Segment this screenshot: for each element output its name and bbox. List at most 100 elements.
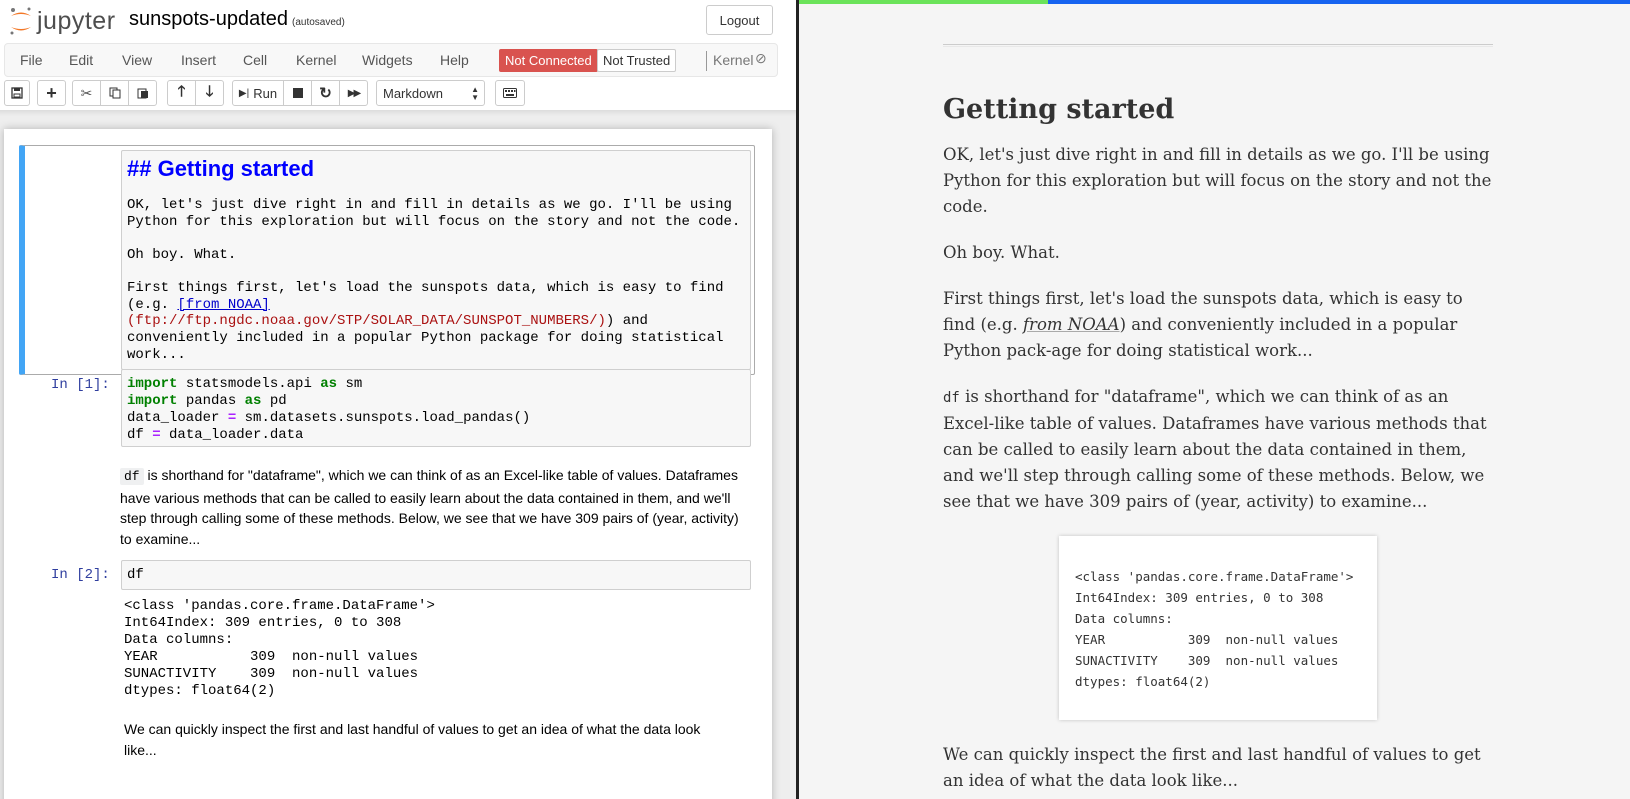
markdown-line: Oh boy. What. [127,247,237,263]
code-line: import statsmodels.api as sm [127,376,745,393]
code-cell-editor[interactable]: import statsmodels.api as sm import pand… [121,369,751,447]
insert-cell-button[interactable]: + [37,80,66,106]
code-text: pd [261,393,287,409]
keyword: import [127,393,178,409]
code-text: data_loader.data [160,427,304,443]
notebook-title-text[interactable]: sunspots-updated [129,8,288,30]
menu-edit[interactable]: Edit [69,52,93,68]
output-line: <class 'pandas.core.frame.DataFrame'> [124,598,435,614]
preview-output-line: Int64Index: 309 entries, 0 to 308 [1075,590,1324,605]
cell-type-select[interactable]: Markdown ▲ ▼ [376,80,485,106]
output-line: SUNACTIVITY 309 non-null values [124,666,419,682]
rendered-markdown-cell[interactable]: df is shorthand for "dataframe", which w… [120,465,745,549]
preview-output-line: SUNACTIVITY 309 non-null values [1075,653,1339,668]
markdown-line: (e.g. [from NOAA] [127,297,270,314]
code-line: import pandas as pd [127,393,745,410]
markdown-link-text: [from NOAA] [177,297,270,313]
run-button[interactable]: ▶| Run [232,80,284,106]
app-window: jupyter sunspots-updated (autosaved) Logo… [0,0,1630,799]
copy-button[interactable] [100,80,129,106]
menu-file[interactable]: File [20,52,43,68]
input-prompt: In [1]: [51,377,110,393]
markdown-paragraph: We can quickly inspect the first and las… [124,721,701,758]
code-text: statsmodels.api [177,376,321,392]
output-line: Int64Index: 309 entries, 0 to 308 [124,615,402,631]
menu-kernel[interactable]: Kernel [296,52,336,68]
menu-view[interactable]: View [122,52,152,68]
autosave-status: (autosaved) [292,17,345,28]
copy-icon [109,87,120,99]
not-trusted-badge[interactable]: Not Trusted [597,49,677,72]
restart-run-all-button[interactable]: ▶▶ [339,80,368,106]
output-line: dtypes: float64(2) [124,683,276,699]
keyword: as [320,376,338,392]
operator: = [152,427,161,443]
select-arrows-icon: ▲ ▼ [471,85,479,102]
preview-paragraph: df is shorthand for "dataframe", which w… [943,384,1493,515]
preview-paragraph: OK, let's just dive right in and fill in… [943,145,1492,216]
cut-button[interactable]: ✂ [72,80,101,106]
markdown-editor[interactable]: ## Getting started OK, let's just dive r… [121,150,751,370]
save-button[interactable] [4,80,30,106]
jupyter-logo[interactable]: jupyter [8,6,116,36]
markdown-line: (ftp://ftp.ngdc.noaa.gov/STP/SOLAR_DATA/… [127,313,648,330]
markdown-link-url: (ftp://ftp.ngdc.noaa.gov/STP/SOLAR_DATA/… [127,313,606,329]
keyword: import [127,376,178,392]
code-text: df [127,427,153,443]
preview-paragraph: First things first, let's load the sunsp… [943,286,1493,364]
rendered-markdown-cell[interactable]: We can quickly inspect the first and las… [124,719,724,760]
menu-insert[interactable]: Insert [181,52,216,68]
move-up-button[interactable]: 🡑 [167,80,196,106]
preview-link[interactable]: from NOAA [1023,315,1120,334]
markdown-line: First things first, let's load the sunsp… [127,280,724,296]
code-text: data_loader [127,410,228,426]
command-palette-button[interactable] [495,80,525,106]
kernel-name: Kernel [713,52,754,68]
jupyter-logo-text: jupyter [37,6,116,35]
menu-widgets[interactable]: Widgets [362,52,413,68]
markdown-line: work... [127,347,186,363]
notebook-header: jupyter sunspots-updated (autosaved) Logo… [0,0,796,110]
preview-heading: Getting started [943,94,1175,125]
scissors-icon: ✂ [80,84,93,101]
notebook-toolbar: + ✂ 🡑 🡓 ▶| Run ↻ ▶▶ Markdown ▲ ▼ [0,80,796,108]
code-line: df = data_loader.data [127,427,745,444]
menu-help[interactable]: Help [440,52,469,68]
menu-cell[interactable]: Cell [243,52,267,68]
interrupt-button[interactable] [283,80,312,106]
restart-button[interactable]: ↻ [311,80,340,106]
notebook-pane: jupyter sunspots-updated (autosaved) Logo… [0,0,796,799]
preview-inline-code: df [943,390,960,406]
keyword: as [244,393,262,409]
fast-forward-icon: ▶▶ [347,87,361,99]
preview-paragraph: Oh boy. What. [943,243,1060,262]
reading-progress-bar [799,0,1048,4]
preview-text: is shorthand for "dataframe", which we c… [943,387,1487,511]
notebook-title[interactable]: sunspots-updated (autosaved) [129,8,345,31]
reading-progress-track [1048,0,1630,4]
operator: = [227,410,237,426]
markdown-text: ) and [605,313,648,329]
markdown-text: (e.g. [127,297,178,313]
jupyter-logo-icon [10,7,31,35]
logout-button[interactable]: Logout [706,5,773,35]
markdown-heading-source: ## Getting started [127,156,315,181]
preview-paragraph: We can quickly inspect the first and las… [943,745,1481,790]
code-line: df [127,567,144,583]
keyboard-icon [503,88,517,98]
preview-output-box: <class 'pandas.core.frame.DataFrame'> In… [1059,536,1377,720]
plus-icon: + [46,82,57,103]
paste-icon [137,88,148,99]
preview-output-line: Data columns: [1075,611,1173,626]
output-line: YEAR 309 non-null values [124,649,419,665]
inline-code: df [120,468,144,485]
code-line: data_loader = sm.datasets.sunspots.load_… [127,410,745,427]
move-down-button[interactable]: 🡓 [195,80,224,106]
arrow-up-icon: 🡑 [177,82,186,100]
notebook-container: ## Getting started OK, let's just dive r… [4,129,772,799]
markdown-line: OK, let's just dive right in and fill in… [127,197,732,213]
paste-button[interactable] [128,80,157,106]
not-connected-badge[interactable]: Not Connected [499,49,598,72]
preview-output-line: YEAR 309 non-null values [1075,632,1339,647]
code-cell-editor[interactable]: df [121,560,751,590]
